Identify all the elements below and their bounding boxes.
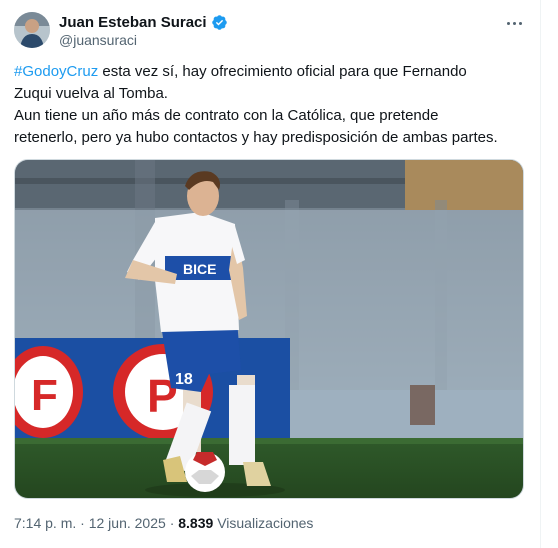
tweet-header: Juan Esteban Suraci @juansuraci: [14, 12, 526, 52]
tweet-date[interactable]: 12 jun. 2025: [89, 515, 166, 531]
views-label: Visualizaciones: [217, 515, 314, 531]
meta-separator: ·: [80, 515, 85, 531]
author-name-row: Juan Esteban Suraci: [59, 12, 228, 32]
views-count[interactable]: 8.839: [178, 515, 213, 531]
svg-text:F: F: [31, 371, 58, 420]
tweet-text: #GodoyCruz esta vez sí, hay ofrecimiento…: [14, 61, 529, 149]
author-name[interactable]: Juan Esteban Suraci: [59, 14, 207, 31]
verified-badge-icon: [211, 14, 227, 30]
avatar[interactable]: [14, 12, 50, 48]
tweet-meta: 7:14 p. m. · 12 jun. 2025 · 8.839 Visual…: [14, 515, 313, 531]
meta-separator: ·: [169, 515, 175, 531]
avatar-image: [14, 12, 50, 48]
tweet-line-4: retenerlo, pero ya hubo contactos y hay …: [14, 129, 498, 146]
author-handle[interactable]: @juansuraci: [59, 32, 137, 48]
svg-text:18: 18: [175, 371, 193, 388]
tweet-line-2: Zuqui vuelva al Tomba.: [14, 85, 168, 102]
tweet-text-segment: esta vez sí, hay ofrecimiento oficial pa…: [98, 63, 467, 80]
tweet-card: Juan Esteban Suraci @juansuraci #GodoyCr…: [0, 0, 541, 548]
tweet-line-1: #GodoyCruz esta vez sí, hay ofrecimiento…: [14, 61, 529, 83]
tweet-time[interactable]: 7:14 p. m.: [14, 515, 76, 531]
tweet-photo[interactable]: F P 18 BICE: [14, 159, 524, 499]
tweet-line-3: Aun tiene un año más de contrato con la …: [14, 107, 439, 124]
svg-text:BICE: BICE: [183, 261, 216, 277]
hashtag-link[interactable]: #GodoyCruz: [14, 63, 98, 80]
more-options-icon[interactable]: [502, 12, 526, 34]
football-player-photo: F P 18 BICE: [15, 160, 523, 498]
